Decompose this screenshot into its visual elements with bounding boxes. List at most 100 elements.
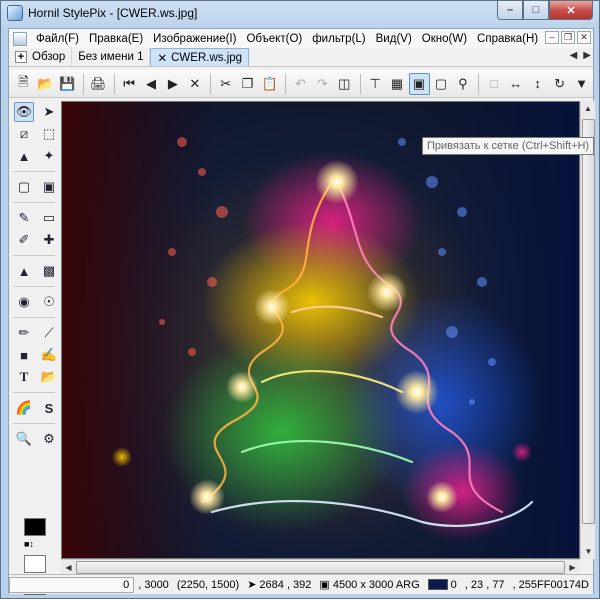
cut-icon[interactable]: ✂	[215, 73, 236, 95]
status-pos-tail: 0	[123, 578, 130, 591]
christmas-tree-image	[62, 102, 579, 558]
grid-icon[interactable]: ▦	[387, 73, 408, 95]
heal-icon[interactable]: ✚	[39, 230, 59, 250]
lasso-select-icon[interactable]: ⧄	[14, 124, 34, 144]
swap-colors-icon[interactable]: ■↕	[24, 539, 34, 549]
maximize-button[interactable]: □	[523, 1, 549, 20]
horizontal-scrollbar[interactable]: ◀ ▶	[61, 559, 580, 574]
status-size: ▣ 4500 x 3000 ARG	[319, 578, 420, 592]
vertical-scrollbar[interactable]: ▲ ▼	[580, 101, 595, 559]
brush-icon[interactable]: ✎	[14, 208, 34, 228]
status-position: , 3000	[138, 578, 169, 591]
title-bar: Hornil StylePix - [CWER.ws.jpg] – □ ✕	[1, 1, 599, 25]
save-icon[interactable]: 💾	[57, 73, 78, 95]
tab-prev-icon[interactable]: ◀	[570, 50, 578, 61]
toolbar-more-icon[interactable]: ▼	[571, 73, 592, 95]
first-image-icon[interactable]: ⏮	[119, 73, 140, 95]
undo-icon[interactable]: ↶	[290, 73, 311, 95]
tab-untitled[interactable]: Без имени 1	[72, 48, 151, 66]
snap-grid-icon[interactable]: ▣	[408, 72, 430, 95]
tab-label: CWER.ws.jpg	[171, 51, 243, 64]
image-canvas[interactable]	[61, 101, 580, 559]
menu-file[interactable]: Файл(F)	[31, 33, 84, 45]
resize-icon: ▣	[319, 579, 330, 591]
next-image-icon[interactable]: ▶	[162, 73, 183, 95]
rect-select-icon[interactable]: ⬚	[39, 124, 59, 144]
gradient-icon[interactable]: ▩	[39, 261, 59, 281]
tab-overview[interactable]: + Обзор	[9, 48, 73, 66]
document-tabs: + Обзор Без имени 1 ✕ CWER.ws.jpg ◀ ▶	[9, 48, 593, 67]
flip-v-icon[interactable]: ↕	[527, 73, 548, 95]
foreground-color-swatch[interactable]	[24, 518, 46, 536]
background-color-swatch[interactable]	[24, 555, 46, 573]
magic-wand-icon[interactable]: ✦	[39, 146, 59, 166]
new-file-icon[interactable]: 🗎	[13, 73, 34, 95]
menu-help[interactable]: Справка(H)	[472, 33, 543, 45]
menu-view[interactable]: Вид(V)	[371, 33, 417, 45]
pointer-icon[interactable]: ➤	[39, 102, 59, 122]
snap-guide-icon[interactable]: ▢	[431, 73, 452, 95]
doc-restore-button[interactable]: ❐	[561, 31, 575, 44]
fill-bucket-icon[interactable]: ▲	[14, 261, 34, 281]
open-folder-icon[interactable]: 📂	[35, 73, 56, 95]
menu-image[interactable]: Изображение(I)	[148, 33, 241, 45]
tab-next-icon[interactable]: ▶	[583, 50, 591, 61]
flip-h-icon[interactable]: ↔	[505, 73, 526, 95]
redo-icon[interactable]: ↷	[312, 73, 333, 95]
transform-icon[interactable]: ▢	[14, 177, 34, 197]
tab-label: Обзор	[32, 51, 66, 63]
crop-tool-icon[interactable]: ▣	[39, 177, 59, 197]
status-rgb: , 23 , 77	[464, 578, 505, 591]
menu-edit[interactable]: Правка(E)	[84, 33, 148, 45]
color-picker-icon[interactable]: 🌈	[14, 398, 34, 418]
vertical-scroll-thumb[interactable]	[582, 119, 595, 524]
eraser-icon[interactable]: ▭	[39, 208, 59, 228]
zoom-icon[interactable]: 🔍	[14, 429, 34, 449]
paste-icon[interactable]: 📋	[259, 73, 280, 95]
poly-select-icon[interactable]: ▲	[14, 146, 34, 166]
scroll-down-icon[interactable]: ▼	[581, 544, 596, 559]
history-icon[interactable]: ◫	[334, 73, 355, 95]
status-cursor: ➤ 2684 , 392	[247, 578, 312, 592]
client-area: Файл(F) Правка(E) Изображение(I) Объект(…	[8, 28, 595, 595]
open-image-icon[interactable]: 📂	[39, 367, 59, 387]
document-icon[interactable]	[13, 31, 27, 46]
clone-icon[interactable]: ✐	[14, 230, 34, 250]
ruler-icon[interactable]: ⊤	[365, 73, 386, 95]
doc-minimize-button[interactable]: –	[545, 31, 559, 44]
prev-image-icon[interactable]: ◀	[141, 73, 162, 95]
horizontal-scroll-thumb[interactable]	[76, 560, 565, 574]
minimize-button[interactable]: –	[497, 1, 523, 20]
crop-icon[interactable]: □	[483, 73, 504, 95]
print-icon[interactable]: 🖨	[88, 73, 109, 95]
status-hex: , 255FF00174D	[512, 578, 589, 591]
close-image-icon[interactable]: ✕	[184, 73, 205, 95]
doc-close-button[interactable]: ✕	[577, 31, 591, 44]
close-window-button[interactable]: ✕	[549, 1, 593, 20]
settings-gear-icon[interactable]: ⚙	[39, 429, 59, 449]
menu-bar: Файл(F) Правка(E) Изображение(I) Объект(…	[9, 29, 593, 48]
app-icon	[7, 5, 23, 21]
scroll-up-icon[interactable]: ▲	[581, 101, 595, 116]
copy-icon[interactable]: ❐	[237, 73, 258, 95]
shape-icon[interactable]: ■	[14, 345, 34, 365]
text-tool-icon[interactable]: T	[14, 367, 34, 387]
view-eye-icon[interactable]: 👁	[14, 102, 34, 122]
sharpen-icon[interactable]: ☉	[39, 292, 59, 312]
main-toolbar: 🗎 📂 💾 🖨 ⏮ ◀ ▶ ✕ ✂ ❐ 📋 ↶ ↷ ◫ ⊤ ▦ ▣ ▢ ⚲ □	[9, 70, 593, 98]
pin-icon[interactable]: ⚲	[452, 73, 473, 95]
menu-window[interactable]: Окно(W)	[417, 33, 472, 45]
smudge-icon[interactable]: ✍	[39, 345, 59, 365]
menu-filter[interactable]: фильтр(L)	[307, 33, 370, 45]
line-icon[interactable]: ⟋	[39, 323, 59, 343]
pencil-icon[interactable]: ✏	[14, 323, 34, 343]
scroll-right-icon[interactable]: ▶	[565, 563, 580, 572]
rotate-icon[interactable]: ↻	[549, 73, 570, 95]
menu-object[interactable]: Объект(O)	[241, 33, 307, 45]
scroll-left-icon[interactable]: ◀	[61, 563, 76, 572]
close-icon[interactable]: ✕	[157, 51, 167, 65]
stamp-icon[interactable]: S	[39, 398, 59, 418]
tab-cwer[interactable]: ✕ CWER.ws.jpg	[150, 48, 250, 66]
red-eye-icon[interactable]: ◉	[14, 292, 34, 312]
status-message: 0	[9, 576, 135, 593]
